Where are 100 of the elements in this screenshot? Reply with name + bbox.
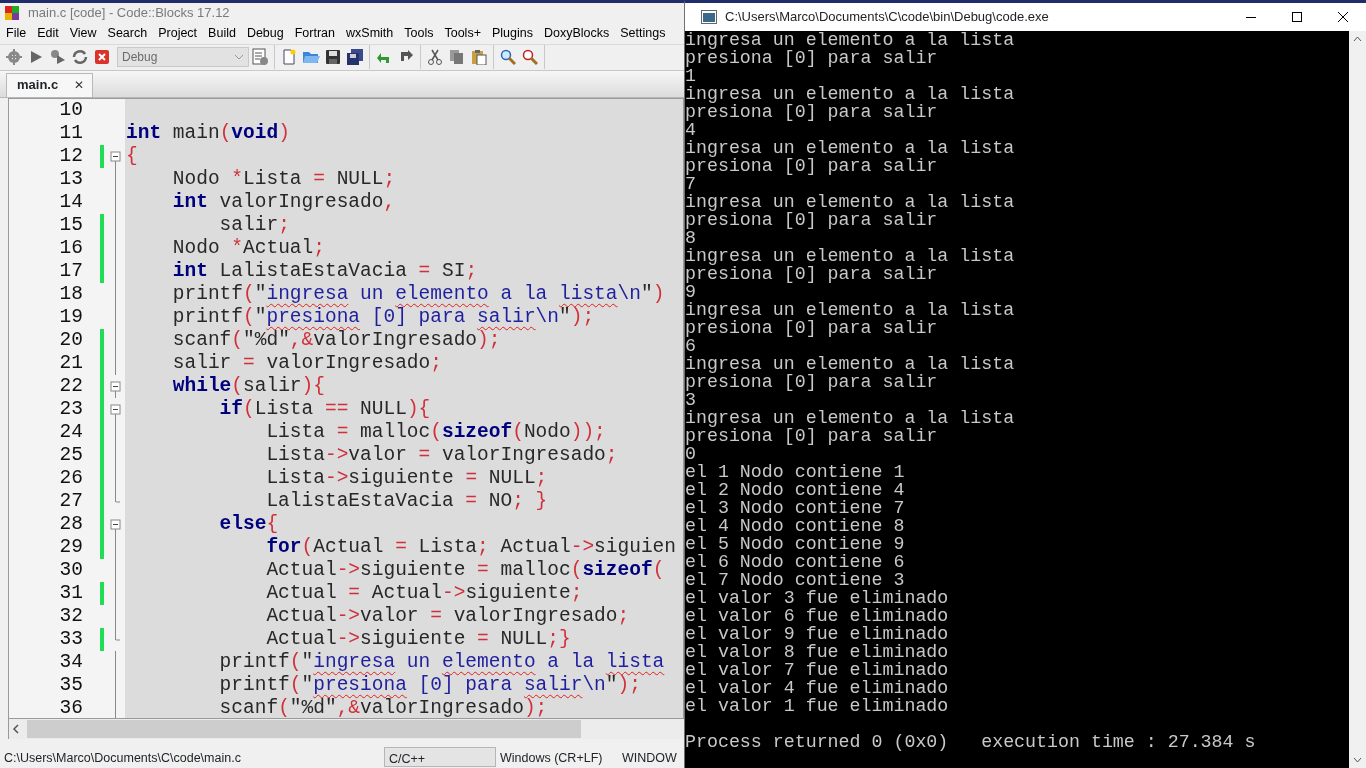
console-line: ingresa un elemento a la lista [685, 409, 1016, 427]
code-line: salir = valorIngresado; [171, 351, 442, 375]
menu-item[interactable]: Plugins [485, 21, 538, 45]
code-line: while(salir){ [171, 374, 325, 398]
maximize-icon[interactable] [1291, 11, 1303, 23]
menu-item[interactable]: Edit [31, 21, 64, 45]
menu-item[interactable]: wxSmith [340, 21, 399, 45]
line-number: 17 [58, 259, 84, 283]
console-line: ingresa un elemento a la lista [685, 301, 1016, 319]
options-icon[interactable] [251, 48, 269, 67]
line-number: 35 [58, 673, 84, 697]
console-line: ingresa un elemento a la lista [685, 85, 1016, 103]
console-line: presiona [0] para salir [685, 49, 939, 67]
menu-item[interactable]: Fortran [288, 21, 341, 45]
code-line: Actual = Actual->siguiente; [265, 581, 583, 605]
line-number: 26 [58, 466, 84, 490]
code-line: printf("ingresa un elemento a la lista [218, 650, 665, 674]
console-line: el valor 3 fue eliminado [685, 589, 950, 607]
collapse-icon[interactable] [110, 519, 121, 530]
collapse-icon[interactable] [110, 404, 121, 415]
replace-icon[interactable] [522, 49, 538, 66]
menu-item[interactable]: View [63, 21, 102, 45]
console-line: Process returned 0 (0x0) execution time : 27.384 s [685, 733, 1257, 751]
line-number: 21 [58, 351, 84, 375]
console-line: 9 [685, 283, 696, 301]
line-number: 23 [58, 397, 84, 421]
console-line: 1 [685, 67, 696, 85]
line-number: 31 [58, 581, 84, 605]
vertical-scrollbar[interactable] [1349, 31, 1366, 768]
copy-icon[interactable] [449, 49, 465, 66]
search-icon[interactable] [500, 49, 516, 66]
save-icon[interactable] [325, 49, 341, 66]
open-folder-icon[interactable] [302, 49, 320, 66]
console-line: el valor 9 fue eliminado [685, 625, 950, 643]
horizontal-scrollbar[interactable] [8, 719, 684, 740]
line-number: 22 [58, 374, 84, 398]
line-number: 32 [58, 604, 84, 628]
console-line: presiona [0] para salir [685, 157, 939, 175]
line-number: 19 [58, 305, 84, 329]
console-line: ingresa un elemento a la lista [685, 31, 1016, 49]
code-line: Nodo *Lista = NULL; [171, 167, 396, 191]
console-line: el valor 6 fue eliminado [685, 607, 950, 625]
code-line: Actual->valor = valorIngresado; [265, 604, 630, 628]
play-icon[interactable] [28, 49, 44, 66]
line-number: 28 [58, 512, 84, 536]
menu-item[interactable]: Project [152, 21, 203, 45]
code-line: int main(void) [125, 121, 290, 145]
code-line: else{ [218, 512, 279, 536]
code-line: Actual->siguiente = NULL;} [265, 627, 571, 651]
menu-item[interactable]: Settings [614, 21, 671, 45]
console-line: el valor 4 fue eliminado [685, 679, 950, 697]
console-line: el 2 Nodo contiene 4 [685, 481, 906, 499]
menu-item[interactable]: File [0, 21, 32, 45]
console-icon [701, 10, 717, 24]
save-all-icon[interactable] [346, 49, 364, 66]
console-line: presiona [0] para salir [685, 103, 939, 121]
line-number: 10 [58, 98, 84, 122]
console-line: presiona [0] para salir [685, 211, 939, 229]
scissors-icon[interactable] [427, 49, 443, 66]
collapse-icon[interactable] [110, 381, 121, 392]
menu-item[interactable]: DoxyBlocks [537, 21, 615, 45]
code-line: printf("presiona [0] para salir\n"); [171, 305, 595, 329]
menu-item[interactable]: Debug [240, 21, 289, 45]
console-line: el valor 1 fue eliminado [685, 697, 950, 715]
close-icon[interactable]: ✕ [74, 75, 85, 94]
code-line: salir; [218, 213, 290, 237]
status-field: WINDOW [618, 747, 678, 767]
line-number: 34 [58, 650, 84, 674]
line-number: 25 [58, 443, 84, 467]
console-line: el 5 Nodo contiene 9 [685, 535, 906, 553]
console-line: 0 [685, 445, 696, 463]
console-line: 4 [685, 121, 696, 139]
menu-item[interactable]: Tools+ [438, 21, 486, 45]
console-line: el 3 Nodo contiene 7 [685, 499, 906, 517]
rebuild-icon[interactable] [72, 49, 88, 66]
close-icon[interactable] [1337, 11, 1349, 23]
collapse-icon[interactable] [110, 151, 121, 162]
console-line: el 6 Nodo contiene 6 [685, 553, 906, 571]
code-line: for(Actual = Lista; Actual->siguien [265, 535, 677, 559]
code-line: printf("presiona [0] para salir\n"); [218, 673, 641, 697]
build-run-icon[interactable] [50, 49, 66, 66]
build-target-dropdown[interactable]: Debug [117, 47, 249, 68]
stop-icon[interactable] [94, 49, 110, 66]
line-number: 13 [58, 167, 84, 191]
menu-item[interactable]: Build [202, 21, 241, 45]
line-number: 14 [58, 190, 84, 214]
file-tab[interactable]: main.c ✕ [6, 72, 94, 97]
code-line: Lista->valor = valorIngresado; [265, 443, 618, 467]
menu-item[interactable]: Search [101, 21, 153, 45]
console-line: presiona [0] para salir [685, 373, 939, 391]
window-title: main.c [code] - Code::Blocks 17.12 [28, 3, 230, 22]
console-line: presiona [0] para salir [685, 265, 939, 283]
caret-icon [234, 54, 244, 61]
code-line: int valorIngresado, [171, 190, 396, 214]
new-file-icon[interactable] [281, 49, 297, 66]
console-line: presiona [0] para salir [685, 319, 939, 337]
line-number: 12 [58, 144, 84, 168]
paste-icon[interactable] [471, 49, 487, 66]
code-line: LalistaEstaVacia = NO; } [265, 489, 548, 513]
menu-item[interactable]: Tools [398, 21, 439, 45]
